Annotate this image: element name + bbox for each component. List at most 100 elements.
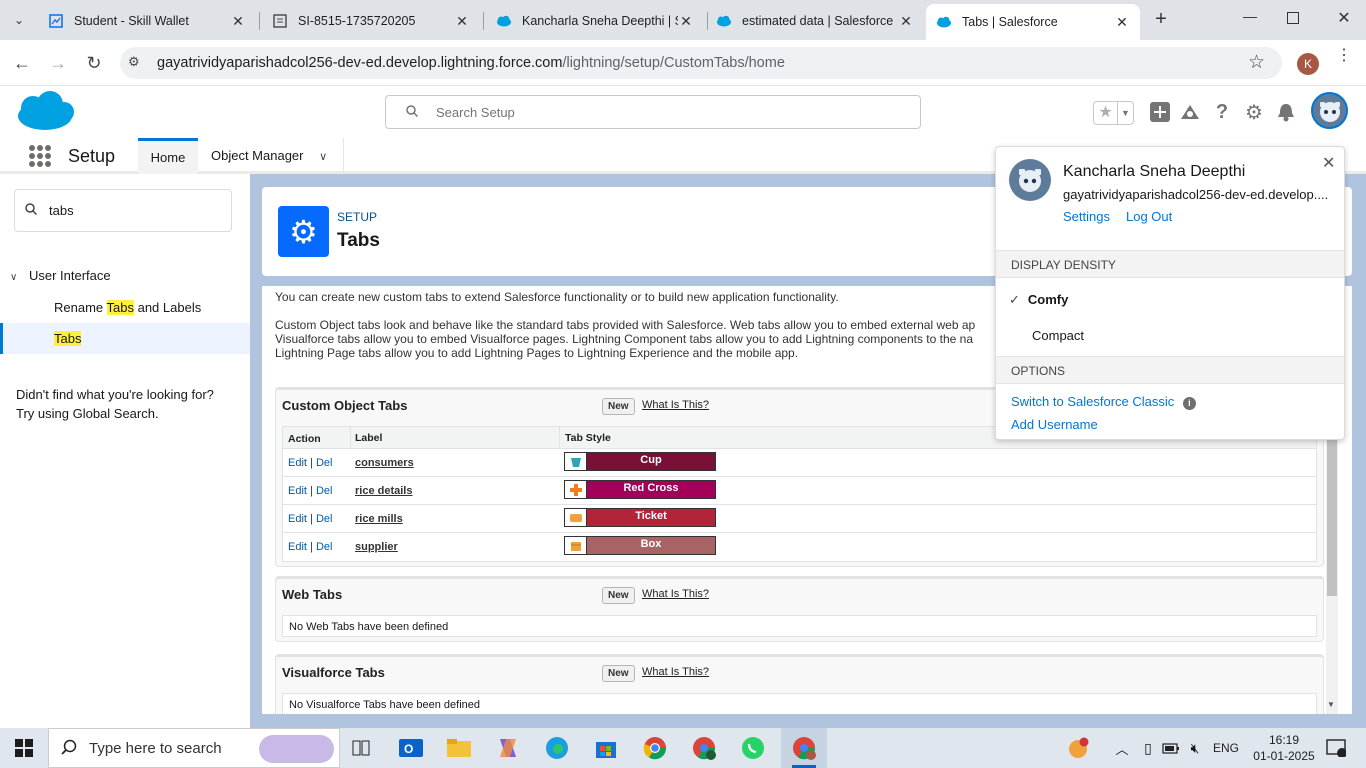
del-link[interactable]: Del bbox=[316, 457, 333, 469]
tab-style-swatch: Cup bbox=[564, 452, 716, 471]
tab-label-link[interactable]: consumers bbox=[355, 457, 414, 469]
edit-link[interactable]: Edit bbox=[288, 485, 307, 497]
add-username-link[interactable]: Add Username bbox=[1011, 417, 1098, 432]
close-tab-icon[interactable]: ✕ bbox=[1114, 14, 1130, 31]
close-icon[interactable]: ✕ bbox=[1322, 153, 1335, 173]
favorites-star-button[interactable]: ★ ▼ bbox=[1093, 101, 1134, 125]
show-hidden-icons-chevron-icon[interactable]: ︿ bbox=[1108, 734, 1136, 762]
what-is-this-link[interactable]: What Is This? bbox=[642, 666, 709, 678]
new-custom-object-tab-button[interactable]: New bbox=[602, 398, 635, 415]
row-actions: Edit | Del bbox=[288, 457, 333, 469]
intro-line-3: Lightning Page tabs allow you to add Lig… bbox=[275, 346, 799, 360]
minimize-window-icon[interactable]: — bbox=[1240, 8, 1260, 24]
del-link[interactable]: Del bbox=[316, 485, 333, 497]
logout-link[interactable]: Log Out bbox=[1126, 209, 1172, 224]
profile-avatar[interactable]: K bbox=[1297, 53, 1319, 75]
setup-gear-icon[interactable]: ⚙ bbox=[1242, 100, 1266, 124]
browser-tab-estimated-data[interactable]: estimated data | Salesforce ✕ bbox=[706, 6, 924, 36]
browser-menu-icon[interactable]: ⋮ bbox=[1336, 48, 1352, 64]
clock[interactable]: 16:19 01-01-2025 bbox=[1252, 732, 1316, 764]
salesforce-logo[interactable] bbox=[16, 90, 74, 135]
new-visualforce-tab-button[interactable]: New bbox=[602, 665, 635, 682]
chevron-down-icon[interactable]: ▼ bbox=[1117, 102, 1133, 124]
close-tab-icon[interactable]: ✕ bbox=[678, 13, 694, 30]
chevron-down-icon[interactable]: ∨ bbox=[319, 151, 327, 163]
windows-start-icon[interactable] bbox=[10, 734, 38, 762]
scrollbar-thumb[interactable] bbox=[1327, 436, 1337, 596]
app-launcher-icon[interactable] bbox=[29, 145, 51, 167]
notifications-bell-icon[interactable] bbox=[1274, 100, 1298, 124]
del-link[interactable]: Del bbox=[316, 541, 333, 553]
nav-tab-object-manager[interactable]: Object Manager ∨ bbox=[211, 148, 327, 163]
density-option-compact[interactable]: Compact bbox=[1032, 328, 1084, 343]
tab-label-link[interactable]: supplier bbox=[355, 541, 398, 553]
chevron-down-icon: ∨ bbox=[10, 272, 18, 283]
rename-prefix: Rename bbox=[54, 300, 107, 315]
site-settings-icon[interactable]: ⚙ bbox=[128, 54, 146, 72]
browser-tab-si[interactable]: SI-8515-1735720205 ✕ bbox=[262, 6, 480, 36]
tab-label-link[interactable]: rice details bbox=[355, 485, 412, 497]
help-question-icon[interactable]: ? bbox=[1210, 100, 1234, 124]
bookmark-star-icon[interactable]: ☆ bbox=[1248, 51, 1265, 74]
table-row: Edit | Del consumers Cup bbox=[283, 449, 1316, 477]
what-is-this-link[interactable]: What Is This? bbox=[642, 588, 709, 600]
whatsapp-icon[interactable] bbox=[739, 734, 767, 762]
notifications-icon[interactable] bbox=[1322, 734, 1350, 762]
close-tab-icon[interactable]: ✕ bbox=[454, 13, 470, 30]
tab-style-name: Box bbox=[587, 537, 715, 554]
search-icon bbox=[61, 739, 77, 758]
table-row: Edit | Del supplier Box bbox=[283, 533, 1316, 561]
settings-link[interactable]: Settings bbox=[1063, 209, 1110, 224]
chrome-icon[interactable] bbox=[641, 734, 669, 762]
close-tab-icon[interactable]: ✕ bbox=[898, 13, 914, 30]
page-eyebrow: SETUP bbox=[337, 210, 378, 224]
content-scrollbar[interactable]: ▼ bbox=[1326, 436, 1338, 714]
trailhead-icon[interactable] bbox=[1178, 100, 1202, 124]
url-field[interactable]: ⚙ gayatrividyaparishadcol256-dev-ed.deve… bbox=[120, 47, 1282, 79]
tab-search-button[interactable]: ⌄ bbox=[8, 9, 30, 31]
reload-icon[interactable]: ↻ bbox=[82, 52, 106, 74]
new-tab-plus-icon[interactable]: + bbox=[1150, 8, 1172, 32]
tab-label-link[interactable]: rice mills bbox=[355, 513, 403, 525]
browser-tab-tabs-salesforce[interactable]: Tabs | Salesforce ✕ bbox=[926, 4, 1140, 40]
density-option-comfy[interactable]: ✓ Comfy bbox=[1009, 292, 1068, 308]
outlook-icon[interactable]: O bbox=[397, 734, 425, 762]
scroll-down-arrow-icon[interactable]: ▼ bbox=[1327, 700, 1335, 709]
search-setup-input[interactable]: Search Setup bbox=[385, 95, 921, 129]
copilot-icon[interactable] bbox=[494, 734, 522, 762]
close-tab-icon[interactable]: ✕ bbox=[230, 13, 246, 30]
info-icon[interactable]: i bbox=[1182, 397, 1196, 410]
edge-icon[interactable] bbox=[543, 734, 571, 762]
edit-link[interactable]: Edit bbox=[288, 541, 307, 553]
microsoft-store-icon[interactable] bbox=[592, 734, 620, 762]
switch-classic-link[interactable]: Switch to Salesforce Classic i bbox=[1011, 394, 1196, 410]
global-actions-plus-icon[interactable] bbox=[1148, 100, 1172, 124]
star-icon: ★ bbox=[1098, 104, 1113, 121]
edit-link[interactable]: Edit bbox=[288, 513, 307, 525]
chrome-profile-s-icon[interactable] bbox=[690, 734, 718, 762]
sidebar-item-tabs[interactable]: Tabs bbox=[0, 323, 250, 354]
browser-tab-skill-wallet[interactable]: Student - Skill Wallet ✕ bbox=[38, 6, 256, 36]
user-avatar-button[interactable] bbox=[1311, 92, 1348, 129]
restore-window-icon[interactable] bbox=[1287, 12, 1299, 24]
tree-group-user-interface[interactable]: ∨ User Interface bbox=[10, 268, 111, 283]
del-link[interactable]: Del bbox=[316, 513, 333, 525]
clock-time: 16:19 bbox=[1268, 733, 1300, 747]
nav-tab-home[interactable]: Home bbox=[138, 138, 198, 174]
task-view-icon[interactable] bbox=[347, 734, 375, 762]
close-window-icon[interactable]: ✕ bbox=[1334, 8, 1354, 28]
new-web-tab-button[interactable]: New bbox=[602, 587, 635, 604]
volume-muted-icon[interactable]: 🔇︎ bbox=[1181, 734, 1209, 762]
what-is-this-link[interactable]: What Is This? bbox=[642, 399, 709, 411]
edit-link[interactable]: Edit bbox=[288, 457, 307, 469]
chrome-profile-k-icon[interactable] bbox=[790, 734, 818, 762]
browser-tab-profile[interactable]: Kancharla Sneha Deepthi | Sa ✕ bbox=[486, 6, 704, 36]
weather-widget-icon[interactable] bbox=[1064, 734, 1092, 762]
forward-arrow-icon[interactable]: → bbox=[46, 52, 70, 74]
file-explorer-icon[interactable] bbox=[445, 734, 473, 762]
language-indicator[interactable]: ENG bbox=[1213, 741, 1239, 755]
quick-find-input[interactable]: tabs bbox=[14, 189, 232, 232]
back-arrow-icon[interactable]: ← bbox=[10, 52, 34, 74]
taskbar-search-box[interactable]: Type here to search bbox=[48, 728, 340, 768]
sidebar-item-rename-tabs[interactable]: Rename Tabs and Labels bbox=[54, 300, 201, 315]
